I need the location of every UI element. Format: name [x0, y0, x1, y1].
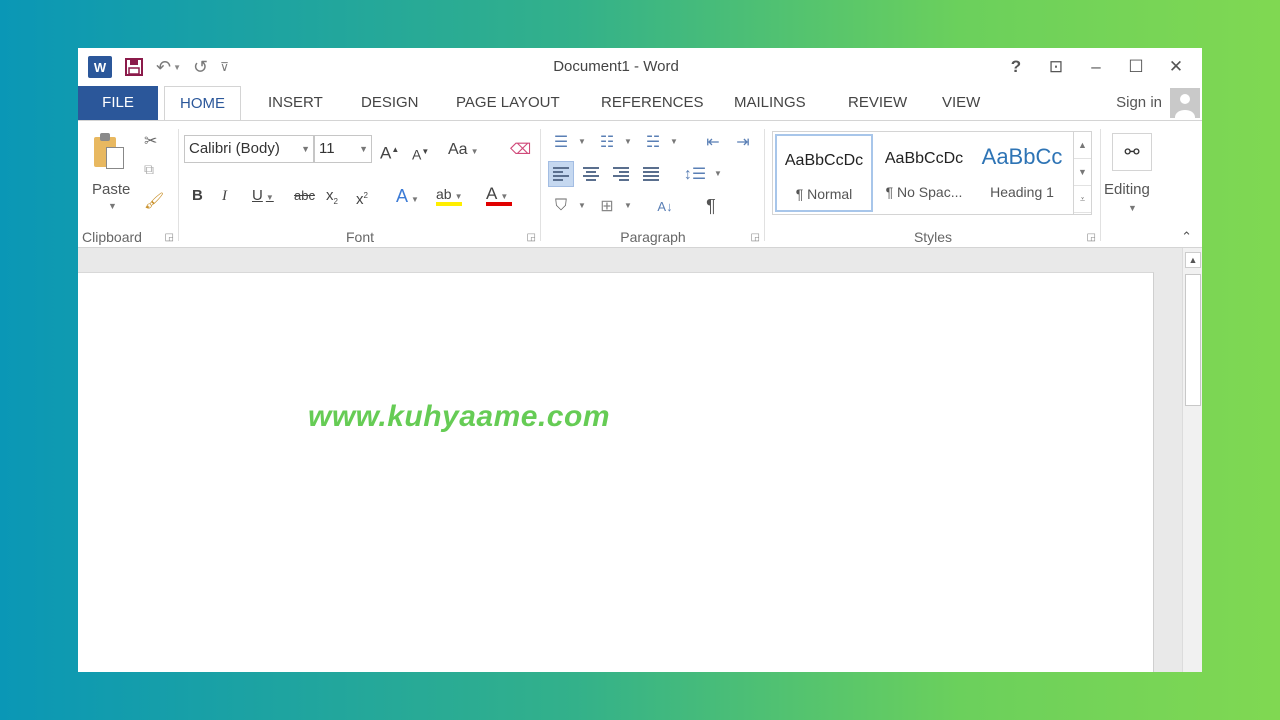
underline-icon: U — [252, 187, 263, 204]
editing-group: ⚯ Editing ▼ — [1078, 125, 1178, 247]
align-left-icon[interactable] — [548, 161, 574, 187]
bullets-icon[interactable]: ☰ — [548, 129, 574, 155]
tab-home[interactable]: HOME — [164, 86, 241, 121]
change-case-button[interactable]: Aa ▼ — [448, 137, 479, 163]
collapse-ribbon-icon[interactable]: ⌃ — [1181, 229, 1192, 245]
font-color-bar — [486, 202, 512, 206]
ribbon-display-options-icon[interactable]: ⊡ — [1036, 52, 1076, 82]
scroll-up-icon[interactable]: ▲ — [1185, 252, 1201, 268]
paragraph-group: ☰ ▼ ☷ ▼ ☵ ▼ ⇤ ⇥ ↕☰ ▼ ⛉ ▼ ⊞ ▼ A↓ ¶ Paragr… — [542, 125, 764, 247]
font-color-icon: A — [486, 184, 498, 203]
tab-review[interactable]: REVIEW — [848, 86, 907, 120]
tab-references[interactable]: REFERENCES — [601, 86, 704, 120]
underline-button[interactable]: U ▼ — [252, 183, 274, 209]
clear-formatting-icon[interactable]: ⌫ — [510, 137, 531, 163]
subscript-icon: x — [326, 187, 334, 204]
highlight-icon: ab — [436, 186, 452, 202]
editing-button[interactable]: Editing — [1104, 181, 1150, 198]
editing-dropdown-icon[interactable]: ▼ — [1128, 203, 1137, 213]
help-icon[interactable]: ? — [996, 52, 1036, 82]
sign-in-link[interactable]: Sign in — [1116, 86, 1162, 120]
highlight-color-bar — [436, 202, 462, 206]
subscript-button[interactable]: x2 — [326, 183, 338, 209]
highlight-button[interactable]: ab ▼ — [436, 181, 470, 207]
clipboard-launcher-icon[interactable]: ◲ — [165, 232, 174, 243]
shrink-font-button[interactable]: A▼ — [412, 139, 429, 165]
tab-insert[interactable]: INSERT — [268, 86, 323, 120]
bold-button[interactable]: B — [192, 183, 203, 209]
shrink-font-icon: A — [412, 146, 422, 163]
vertical-scrollbar[interactable]: ▲ — [1182, 248, 1202, 672]
styles-group: Styles ◲ — [766, 125, 1100, 247]
watermark-text: www.kuhyaame.com — [308, 400, 610, 433]
font-family-select[interactable]: Calibri (Body) ▼ — [184, 135, 314, 163]
window-title: Document1 - Word — [553, 58, 679, 75]
line-spacing-icon[interactable]: ↕☰ — [682, 161, 708, 187]
superscript-button[interactable]: x2 — [356, 183, 368, 209]
clipboard-group: Paste ▼ ✂ ⧉ 🖌 Clipboard ◲ — [78, 125, 178, 247]
change-case-icon: Aa — [448, 141, 468, 158]
font-size-select[interactable]: 11 ▼ — [314, 135, 372, 163]
text-effects-icon: A — [396, 186, 409, 206]
shading-icon[interactable]: ⛉ — [548, 193, 574, 219]
tab-file[interactable]: FILE — [78, 86, 158, 120]
document-page[interactable] — [78, 272, 1154, 672]
binoculars-icon[interactable]: ⚯ — [1112, 133, 1152, 171]
tab-view[interactable]: VIEW — [942, 86, 980, 120]
strikethrough-button[interactable]: abc — [294, 183, 315, 209]
font-label: Font — [345, 229, 374, 245]
chevron-down-icon: ▼ — [359, 144, 368, 154]
styles-label: Styles — [913, 229, 953, 245]
font-size-value: 11 — [319, 140, 335, 157]
increase-indent-icon[interactable]: ⇥ — [730, 129, 756, 155]
title-bar: W ↶ ▼ ↺ ⊽ Document1 - Word ? ⊡ – ☐ ✕ — [78, 48, 1202, 86]
word-window: W ↶ ▼ ↺ ⊽ Document1 - Word ? ⊡ – ☐ ✕ FILE… — [78, 48, 1202, 672]
sort-button[interactable]: A↓ — [652, 193, 678, 219]
document-area: ▲ — [78, 248, 1202, 672]
multilevel-list-icon[interactable]: ☵ — [640, 129, 666, 155]
scroll-thumb[interactable] — [1185, 274, 1201, 406]
maximize-icon[interactable]: ☐ — [1116, 52, 1156, 82]
align-center-icon[interactable] — [578, 161, 604, 187]
tab-design[interactable]: DESIGN — [361, 86, 419, 120]
tab-page-layout[interactable]: PAGE LAYOUT — [456, 86, 560, 120]
paste-icon[interactable] — [92, 133, 128, 173]
paragraph-launcher-icon[interactable]: ◲ — [751, 232, 760, 243]
format-painter-icon[interactable]: 🖌 — [144, 191, 164, 211]
paste-button[interactable]: Paste — [92, 181, 130, 198]
ribbon: Paste ▼ ✂ ⧉ 🖌 Clipboard ◲ Calibri (Body)… — [78, 120, 1202, 248]
cut-icon[interactable]: ✂ — [144, 131, 157, 151]
close-icon[interactable]: ✕ — [1156, 52, 1196, 82]
font-family-value: Calibri (Body) — [189, 140, 280, 157]
clipboard-label: Clipboard — [82, 229, 142, 245]
minimize-icon[interactable]: – — [1076, 52, 1116, 82]
italic-button[interactable]: I — [222, 183, 227, 209]
align-right-icon[interactable] — [608, 161, 634, 187]
superscript-icon: x — [356, 191, 364, 208]
decrease-indent-icon[interactable]: ⇤ — [700, 129, 726, 155]
show-formatting-marks-button[interactable]: ¶ — [698, 193, 724, 219]
tab-mailings[interactable]: MAILINGS — [734, 86, 806, 120]
text-effects-button[interactable]: A ▼ — [396, 183, 419, 209]
grow-font-button[interactable]: A▲ — [380, 137, 399, 163]
copy-icon[interactable]: ⧉ — [144, 161, 154, 178]
avatar-icon[interactable] — [1170, 88, 1200, 118]
paragraph-label: Paragraph — [620, 229, 686, 245]
justify-icon[interactable] — [638, 161, 664, 187]
borders-icon[interactable]: ⊞ — [594, 193, 620, 219]
font-color-button[interactable]: A ▼ — [486, 181, 520, 207]
grow-font-icon: A — [380, 143, 392, 163]
ribbon-tabs: FILE HOME INSERT DESIGN PAGE LAYOUT REFE… — [78, 86, 1202, 121]
font-group: Calibri (Body) ▼ 11 ▼ A▲ A▼ Aa ▼ ⌫ B I U ▼ a… — [180, 125, 540, 247]
paste-dropdown-icon[interactable]: ▼ — [108, 201, 117, 211]
numbering-icon[interactable]: ☷ — [594, 129, 620, 155]
chevron-down-icon: ▼ — [301, 144, 310, 154]
font-launcher-icon[interactable]: ◲ — [527, 232, 536, 243]
window-controls: ? ⊡ – ☐ ✕ — [996, 52, 1196, 82]
